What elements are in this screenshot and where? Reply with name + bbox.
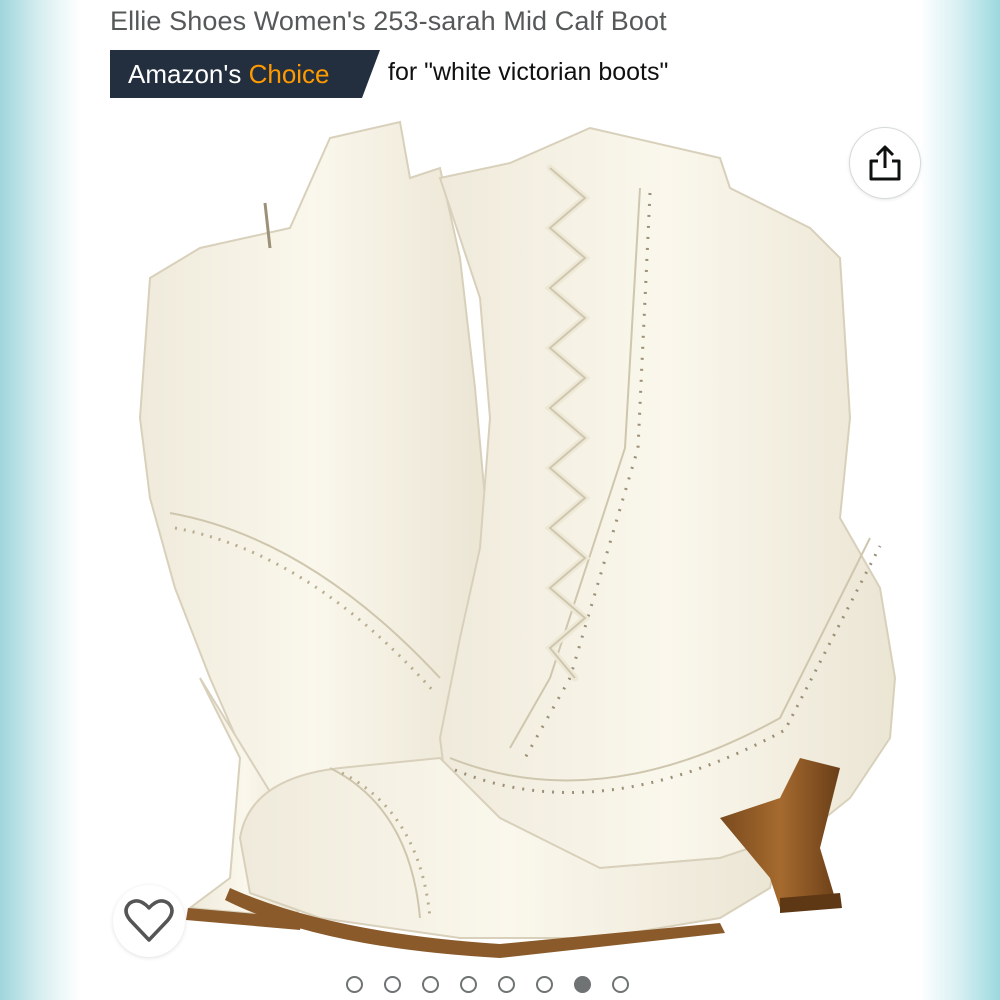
- image-pagination: [346, 976, 629, 998]
- pagination-dot[interactable]: [460, 976, 477, 993]
- share-button[interactable]: [850, 128, 920, 198]
- badge-query: for "white victorian boots": [388, 58, 669, 86]
- pagination-dot[interactable]: [346, 976, 363, 993]
- share-icon: [869, 145, 901, 181]
- pagination-dot[interactable]: [422, 976, 439, 993]
- pagination-dot[interactable]: [612, 976, 629, 993]
- product-title[interactable]: Ellie Shoes Women's 253-sarah Mid Calf B…: [110, 6, 667, 37]
- pagination-dot[interactable]: [498, 976, 515, 993]
- badge-highlight: Choice: [248, 59, 330, 89]
- pagination-dot[interactable]: [384, 976, 401, 993]
- pagination-dot[interactable]: [536, 976, 553, 993]
- badge-prefix: Amazon's: [128, 59, 242, 89]
- heart-icon: [124, 899, 174, 942]
- pagination-dot-active[interactable]: [574, 976, 591, 993]
- badge-label: Amazon's Choice: [128, 59, 330, 90]
- product-image[interactable]: [80, 118, 922, 960]
- boots-illustration: [138, 120, 897, 958]
- wishlist-button[interactable]: [113, 885, 185, 957]
- amazons-choice-badge: Amazon's Choice: [110, 50, 380, 98]
